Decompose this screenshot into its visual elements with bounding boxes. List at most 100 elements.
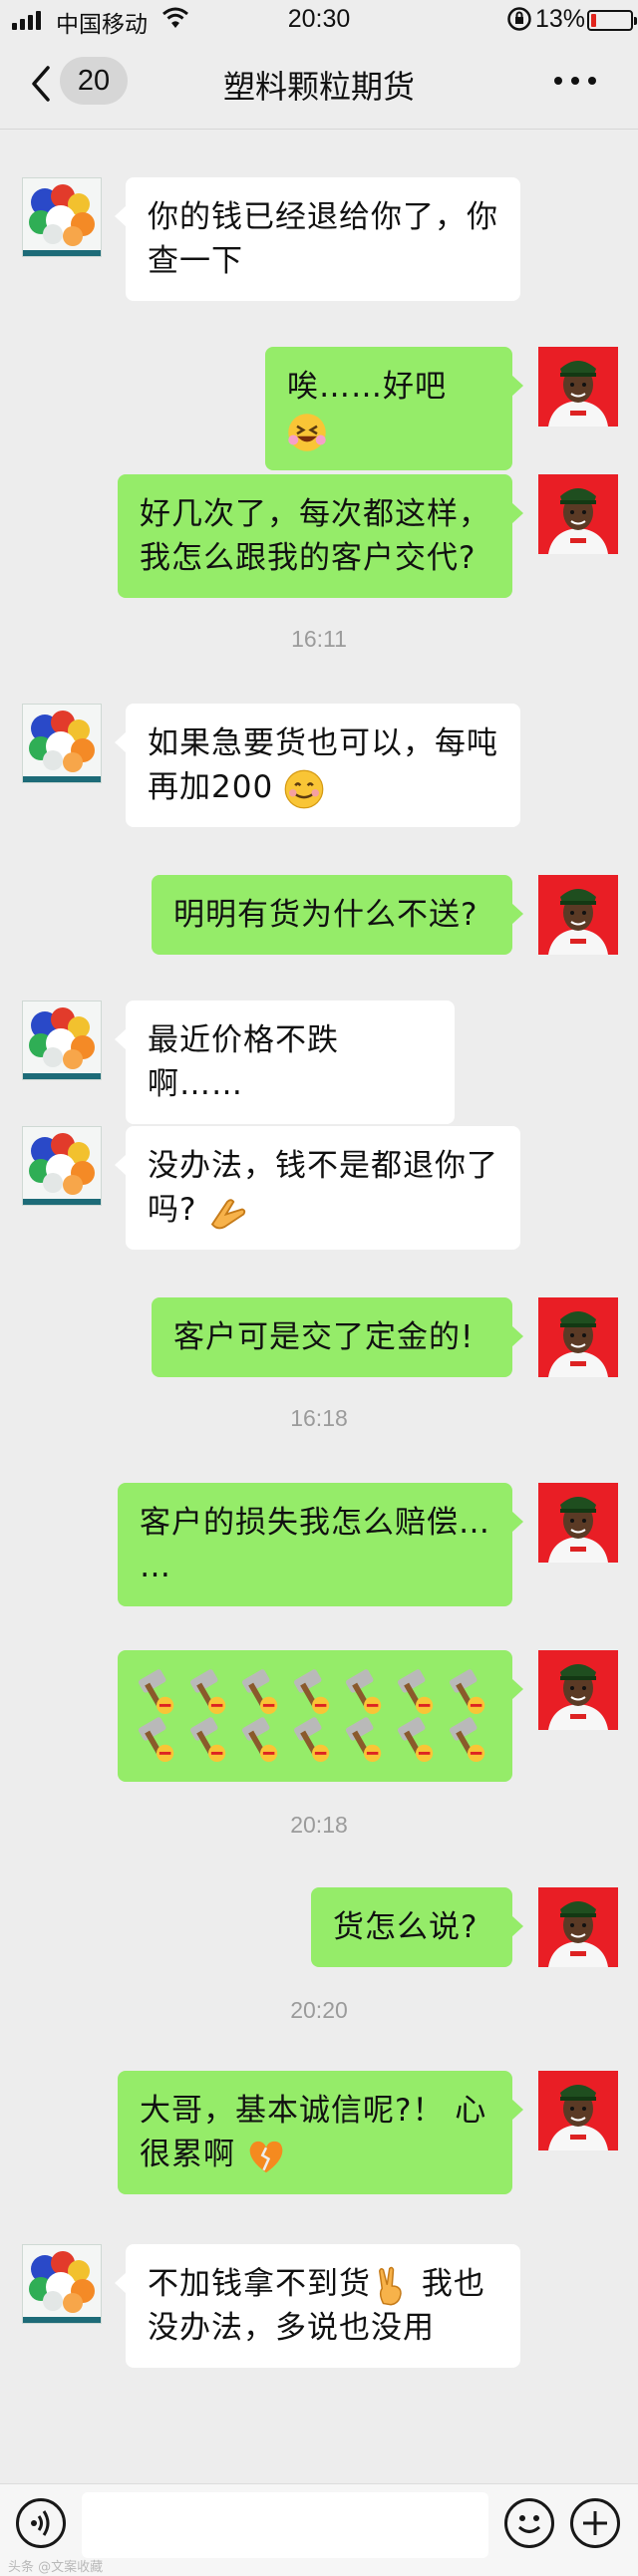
pellets-avatar-image [23,2245,101,2323]
my-avatar[interactable] [538,1297,618,1377]
timestamp: 16:11 [291,626,347,652]
message-bubble-received[interactable]: 如果急要货也可以，每吨 再加200 [115,704,520,827]
hammer-emoji-icon [289,1714,337,1764]
my-avatar[interactable] [538,474,618,554]
contact-avatar[interactable] [22,1001,102,1080]
plus-icon [583,2511,607,2535]
more-actions-button[interactable] [570,2498,620,2548]
message-text: 很累啊 [140,2137,235,2172]
hammer-emoji-icon [341,1714,389,1764]
message-text: 货怎么说? [333,1909,478,1945]
contact-avatar[interactable] [22,177,102,257]
message-text: 吗? [148,1192,197,1228]
grinning-squint-emoji-icon [287,412,327,452]
message-bubble-received[interactable]: 最近价格不跌啊…… [115,1001,455,1124]
watermark: 头条 @文案收藏 [8,2560,104,2575]
contact-avatar[interactable] [22,2244,102,2324]
my-avatar[interactable] [538,1650,618,1730]
hammer-emoji-icon [134,1714,181,1764]
my-avatar[interactable] [538,875,618,955]
my-avatar[interactable] [538,1483,618,1563]
person-avatar-image [538,875,618,955]
my-avatar[interactable] [538,1887,618,1967]
my-avatar[interactable] [538,347,618,427]
person-avatar-image [538,1887,618,1967]
battery-percent: 13% [535,5,586,33]
message-text: 不加钱拿不到货 [148,2266,371,2302]
message-input[interactable] [82,2492,488,2558]
chevron-left-icon [32,66,50,102]
person-avatar-image [538,474,618,554]
voice-icon [31,2510,50,2536]
victory-hand-emoji-icon [379,2266,402,2305]
hammer-emoji-icon [185,1666,233,1716]
person-avatar-image [538,347,618,427]
message-bubble-sent[interactable]: 唉……好吧 [265,347,523,470]
smile-emoji-icon [284,768,325,809]
pellets-avatar-image [23,1127,101,1205]
message-text: … [140,1549,171,1584]
voice-input-button[interactable] [16,2498,66,2548]
hammer-emoji-icon [393,1714,441,1764]
message-text: 大哥，基本诚信呢?！ 心 [140,2093,487,2129]
message-bubble-received[interactable]: 不加钱拿不到货 我也 没办法，多说也没用 [115,2244,520,2368]
message-text: 我怎么跟我的客户交代? [140,540,477,576]
contact-avatar[interactable] [22,1126,102,1206]
unread-count-badge[interactable]: 20 [60,57,128,105]
hand-gesture-emoji-icon [211,1198,246,1229]
chat-header: 20 塑料颗粒期货 [0,40,638,130]
message-text: 唉……好吧 [287,369,447,405]
status-bar: 中国移动 20:30 13% [0,0,638,40]
emoji-button[interactable] [504,2498,554,2548]
emoji-face-icon [517,2515,541,2533]
battery-level [591,14,596,27]
timestamp: 20:20 [290,1997,348,2023]
battery-icon [587,10,637,31]
chat-title: 塑料颗粒期货 [222,68,415,106]
message-text: 明明有货为什么不送? [173,897,478,933]
hammer-emoji-icon [341,1666,389,1716]
timestamp: 16:18 [290,1405,348,1431]
message-text: 我也 [411,2266,485,2302]
hammer-emoji-grid [134,1666,496,1764]
person-avatar-image [538,2071,618,2150]
hammer-emoji-icon [393,1666,441,1716]
contact-avatar[interactable] [22,704,102,783]
hammer-emoji-icon [185,1714,233,1764]
hammer-emoji-icon [445,1666,492,1716]
message-text: 客户的损失我怎么赔偿… [140,1505,490,1541]
message-bubble-sent[interactable]: 好几次了，每次都这样， 我怎么跟我的客户交代? [118,474,523,598]
hammer-emoji-icon [237,1714,285,1764]
hammer-emoji-icon [237,1666,285,1716]
message-text: 客户可是交了定金的! [173,1319,475,1355]
pellets-avatar-image [23,1002,101,1079]
orientation-lock-icon [506,6,532,39]
message-bubble-sent[interactable]: 明明有货为什么不送? [152,875,523,955]
message-bubble-sent[interactable]: 大哥，基本诚信呢?！ 心 很累啊 [118,2071,523,2194]
timestamp: 20:18 [290,1812,348,1838]
my-avatar[interactable] [538,2071,618,2150]
back-button[interactable] [28,62,58,106]
broken-heart-emoji-icon [248,2140,284,2173]
hammer-emoji-icon [289,1666,337,1716]
pellets-avatar-image [23,178,101,256]
message-bubble-received[interactable]: 没办法，钱不是都退你了 吗? [115,1126,520,1250]
message-bubble-sent[interactable]: 客户的损失我怎么赔偿… … [118,1483,523,1606]
message-text: 最近价格不跌啊…… [148,1022,339,1102]
person-avatar-image [538,1297,618,1377]
message-text: 再加200 [148,769,274,805]
message-text: 你的钱已经退给你了，你 [148,199,498,235]
more-options-button[interactable] [554,77,596,85]
message-text: 查一下 [148,243,243,279]
message-text: 没办法，多说也没用 [148,2310,435,2346]
message-text: 如果急要货也可以，每吨 [148,725,498,761]
message-bubble-sent[interactable]: 客户可是交了定金的! [152,1297,523,1377]
hammer-emoji-icon [134,1666,181,1716]
person-avatar-image [538,1483,618,1563]
message-text: 好几次了，每次都这样， [140,496,490,532]
message-text: 没办法，钱不是都退你了 [148,1148,498,1184]
message-bubble-received[interactable]: 你的钱已经退给你了，你 查一下 [115,177,520,301]
message-bubble-sent[interactable]: 货怎么说? [311,1887,523,1967]
message-bubble-sent[interactable] [118,1650,523,1782]
person-avatar-image [538,1650,618,1730]
